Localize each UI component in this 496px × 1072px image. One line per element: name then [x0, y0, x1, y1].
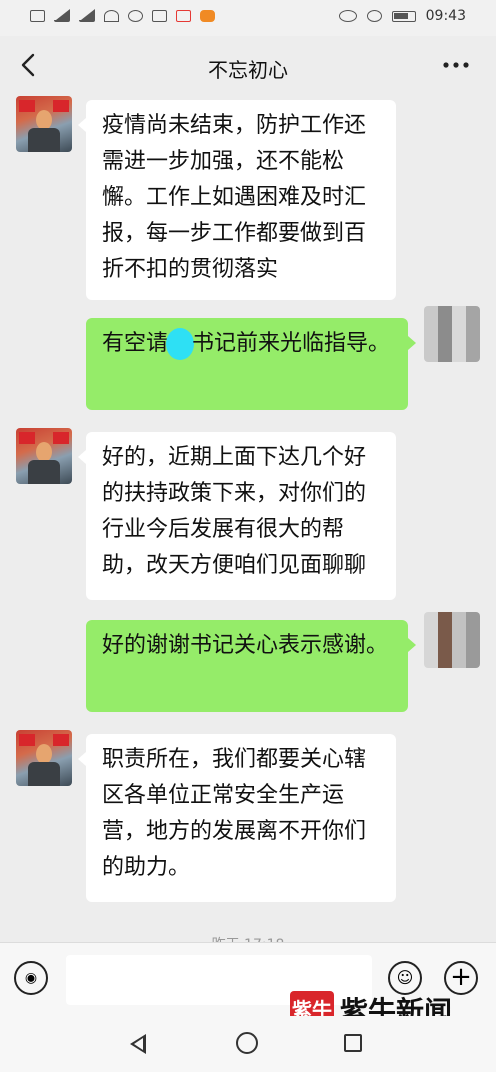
- eye-icon: [338, 10, 357, 22]
- message-text: 职责所在，我们都要关心辖区各单位正常安全生产运营，地方的发展离不开你们的助力。: [102, 747, 367, 880]
- avatar[interactable]: [424, 306, 480, 362]
- nav-back-icon[interactable]: [130, 1034, 146, 1054]
- message-text: 好的谢谢书记关心表示感谢。: [102, 633, 389, 658]
- message-text: 书记前来光临指导。: [192, 331, 391, 356]
- pay-icon: [152, 9, 167, 22]
- wechat-icon: [128, 9, 143, 22]
- chat-messages[interactable]: 疫情尚未结束，防护工作还需进一步加强，还不能松懈。工作上如遇困难及时汇报，每一步…: [0, 96, 496, 942]
- message-bubble-received[interactable]: 疫情尚未结束，防护工作还需进一步加强，还不能松懈。工作上如遇困难及时汇报，每一步…: [78, 100, 396, 300]
- avatar[interactable]: [16, 96, 72, 152]
- more-icon: [443, 62, 469, 68]
- status-time: 09:43: [425, 8, 466, 24]
- id-card-icon: [30, 9, 45, 22]
- message-bubble-received[interactable]: 职责所在，我们都要关心辖区各单位正常安全生产运营，地方的发展离不开你们的助力。: [78, 734, 396, 902]
- avatar[interactable]: [424, 612, 480, 668]
- voice-button[interactable]: ◉: [14, 961, 48, 995]
- message-text: 疫情尚未结束，防护工作还需进一步加强，还不能松懈。工作上如遇困难及时汇报，每一步…: [102, 113, 367, 282]
- nav-recents-icon[interactable]: [344, 1034, 362, 1052]
- nav-home-icon[interactable]: [236, 1032, 258, 1054]
- battery-icon: [391, 10, 416, 22]
- status-bar: 09:43: [0, 0, 496, 36]
- avatar[interactable]: [16, 428, 72, 484]
- timestamp: 昨天 17:18: [0, 934, 496, 942]
- avatar[interactable]: [16, 730, 72, 786]
- status-icons-left: [30, 9, 215, 22]
- signal-icon: [79, 9, 95, 22]
- message-text: 有空请: [102, 331, 169, 356]
- redaction-mark: [166, 328, 195, 360]
- mute-icon: [366, 10, 382, 22]
- voice-icon: ◉: [24, 970, 38, 986]
- message-bubble-received[interactable]: 好的，近期上面下达几个好的扶持政策下来，对你们的行业今后发展有很大的帮助，改天方…: [78, 432, 396, 600]
- chat-header: 不忘初心: [0, 36, 496, 96]
- system-nav-bar: [0, 1016, 496, 1072]
- app-icon: [176, 9, 191, 22]
- chat-title: 不忘初心: [208, 58, 288, 82]
- message-text: 好的，近期上面下达几个好的扶持政策下来，对你们的行业今后发展有很大的帮助，改天方…: [102, 445, 367, 578]
- more-button[interactable]: [438, 50, 474, 80]
- emoji-icon: ☺: [396, 968, 414, 987]
- message-bubble-sent[interactable]: 有空请 书记前来光临指导。: [86, 318, 416, 410]
- app-icon: [200, 9, 215, 22]
- message-bubble-sent[interactable]: 好的谢谢书记关心表示感谢。: [86, 620, 416, 712]
- wifi-icon: [104, 9, 119, 22]
- status-icons-right: 09:43: [338, 8, 466, 24]
- plus-icon: +: [450, 962, 472, 992]
- signal-icon: [54, 9, 70, 22]
